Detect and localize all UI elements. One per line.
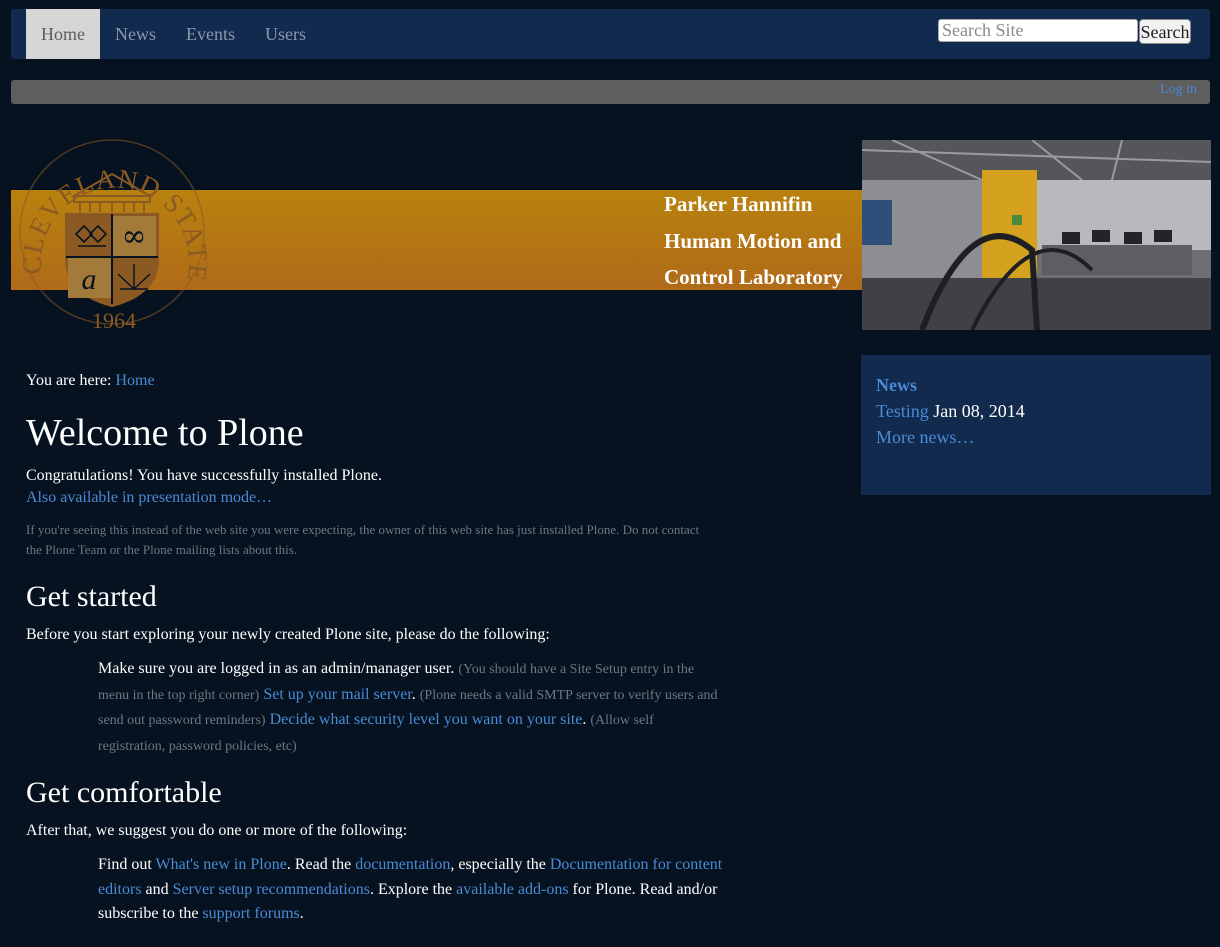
breadcrumb-home-link[interactable]: Home xyxy=(115,372,154,389)
period: . xyxy=(411,685,416,703)
get-started-intro: Before you start exploring your newly cr… xyxy=(26,626,550,643)
seal-letter: a xyxy=(82,263,97,296)
get-started-steps: Make sure you are logged in as an admin/… xyxy=(98,657,723,759)
lab-title-line-2: Human Motion and xyxy=(664,228,842,253)
svg-text:∞: ∞ xyxy=(122,219,147,254)
nav-item-users[interactable]: Users xyxy=(250,9,321,59)
lab-photo xyxy=(862,140,1211,330)
disclaimer-text: If you're seeing this instead of the web… xyxy=(26,522,700,557)
personal-bar: Log in xyxy=(11,80,1210,104)
search-input[interactable] xyxy=(938,19,1138,42)
get-comfortable-heading: Get comfortable xyxy=(26,776,222,809)
nav-item-events[interactable]: Events xyxy=(171,9,250,59)
university-seal-logo: CLEVELAND STATE UNIVERSITY ∞ a 1964 xyxy=(16,134,208,333)
find-out-text: Find out xyxy=(98,856,152,873)
support-forums-link[interactable]: support forums xyxy=(202,905,299,922)
news-item: Testing Jan 08, 2014 xyxy=(876,401,1025,422)
mail-server-link[interactable]: Set up your mail server xyxy=(263,686,411,703)
seal-year: 1964 xyxy=(92,308,136,333)
get-comfortable-intro: After that, we suggest you do one or mor… xyxy=(26,822,408,839)
addons-link[interactable]: available add-ons xyxy=(456,881,568,898)
breadcrumb-prefix: You are here: xyxy=(26,372,112,389)
explore-text: . Explore the xyxy=(369,880,453,898)
step-login-text: Make sure you are logged in as an admin/… xyxy=(98,660,455,677)
period: . xyxy=(299,905,304,922)
get-started-heading: Get started xyxy=(26,580,157,613)
and-text: and xyxy=(145,880,169,898)
security-level-link[interactable]: Decide what security level you want on y… xyxy=(270,711,583,728)
nav-item-home[interactable]: Home xyxy=(26,9,100,59)
lab-title-line-1: Parker Hannifin xyxy=(664,192,813,216)
get-comfortable-steps: Find out What's new in Plone. Read the d… xyxy=(98,853,723,927)
news-item-date: Jan 08, 2014 xyxy=(933,401,1025,421)
news-portlet: News Testing Jan 08, 2014 More news… xyxy=(861,355,1211,495)
period: . xyxy=(582,711,587,728)
lab-title: Parker Hannifin Human Motion and Control… xyxy=(664,186,864,296)
search-button[interactable]: Search xyxy=(1139,19,1191,44)
top-navigation: Home News Events Users Search xyxy=(11,9,1210,59)
news-portlet-header[interactable]: News xyxy=(876,375,917,396)
login-link[interactable]: Log in xyxy=(1160,82,1197,98)
especially-text: , especially the xyxy=(450,856,546,873)
news-item-title[interactable]: Testing xyxy=(876,401,929,421)
presentation-mode-link[interactable]: Also available in presentation mode… xyxy=(26,489,272,507)
whats-new-link[interactable]: What's new in Plone xyxy=(156,856,287,873)
documentation-link[interactable]: documentation xyxy=(355,856,450,873)
more-news-link[interactable]: More news… xyxy=(876,427,974,448)
page-title: Welcome to Plone xyxy=(26,412,304,454)
congrats-text: Congratulations! You have successfully i… xyxy=(26,467,382,484)
read-the-text: . Read the xyxy=(286,856,352,873)
nav-item-news[interactable]: News xyxy=(100,9,171,59)
lab-title-line-3: Control Laboratory xyxy=(664,265,843,289)
server-setup-link[interactable]: Server setup recommendations xyxy=(173,881,370,898)
breadcrumb: You are here: Home xyxy=(26,372,155,390)
